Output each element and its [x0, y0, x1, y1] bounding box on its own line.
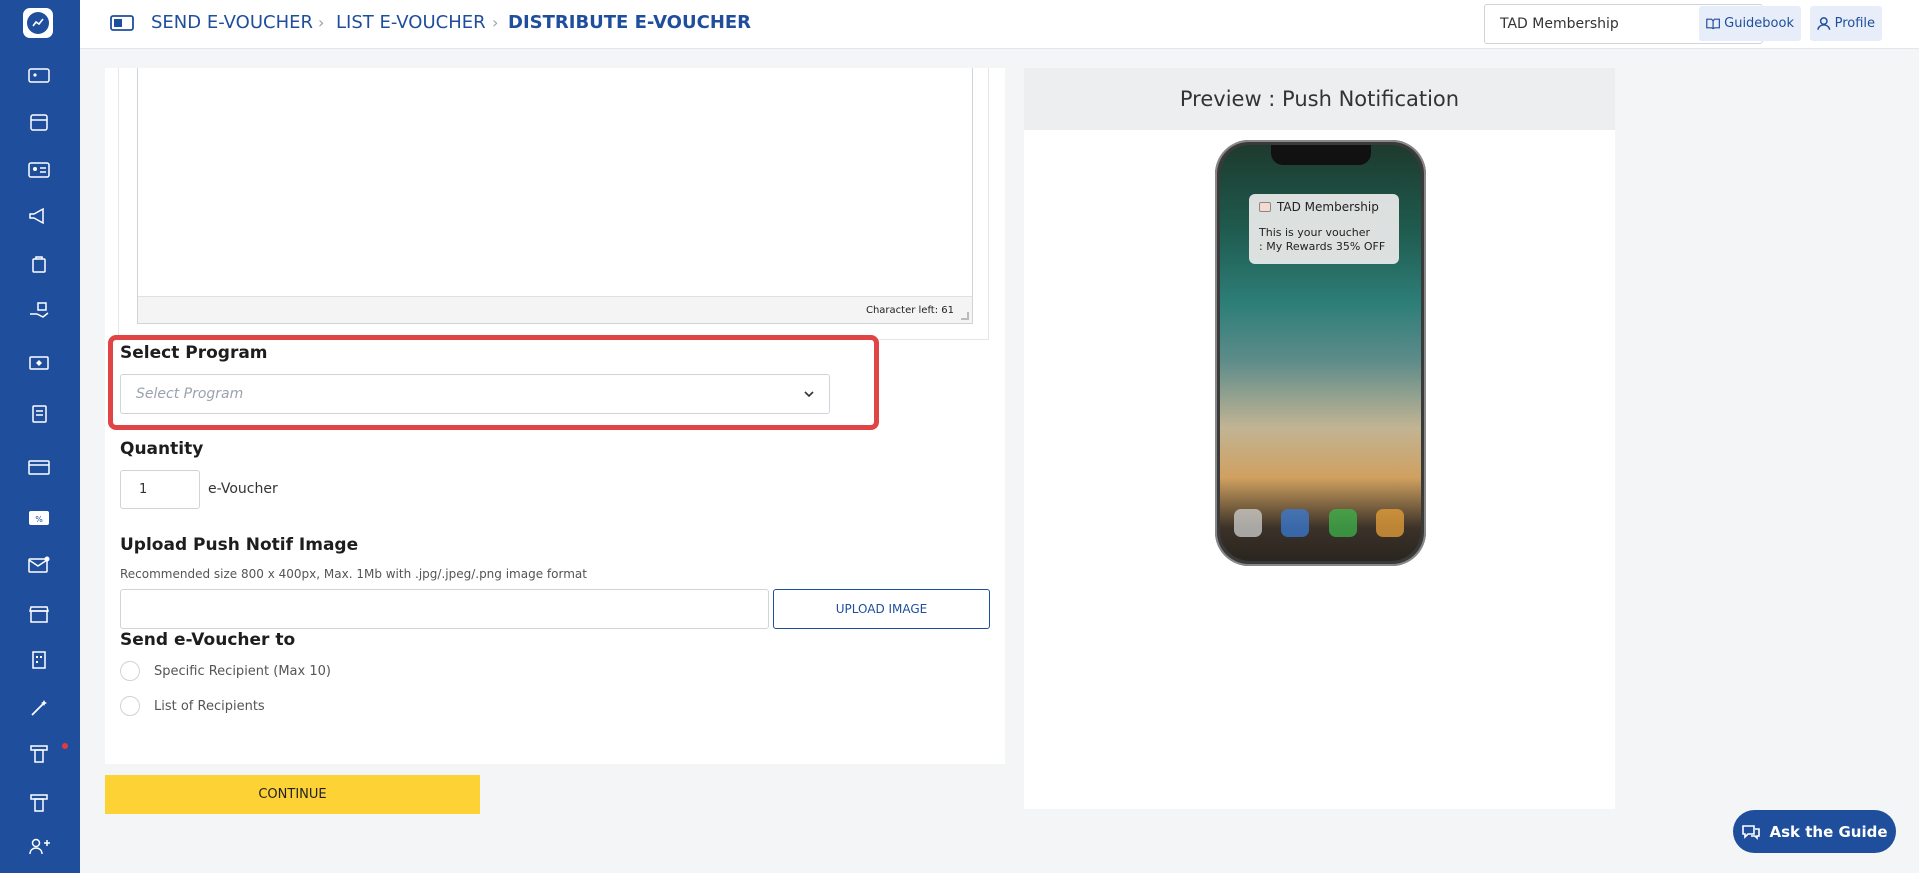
continue-button[interactable]: CONTINUE [105, 775, 480, 814]
chart-logo-icon [27, 12, 49, 34]
phone-mockup: TAD Membership This is your voucher : My… [1215, 140, 1426, 566]
top-bar: SEND E-VOUCHER › LIST E-VOUCHER › DISTRI… [80, 0, 1919, 49]
mail-icon[interactable] [24, 552, 54, 578]
document-icon[interactable] [24, 401, 54, 427]
svg-text:%: % [35, 515, 43, 524]
quantity-label: Quantity [120, 439, 204, 459]
safari-app-icon [1281, 509, 1310, 537]
radio-list-of-recipients[interactable]: List of Recipients [120, 696, 265, 716]
hand-gift-icon[interactable] [24, 297, 54, 323]
phone-dock [1234, 509, 1404, 543]
e-voucher-icon[interactable]: % [24, 505, 54, 531]
messages-app-icon [1328, 509, 1357, 537]
radio-list-of-recipients-label: List of Recipients [154, 698, 265, 714]
ticket-icon[interactable] [24, 350, 54, 376]
guidebook-label: Guidebook [1724, 16, 1794, 31]
tad-brand-alt-icon[interactable] [24, 790, 54, 816]
preview-title: Preview : Push Notification [1024, 68, 1615, 130]
upload-hint-text: Recommended size 800 x 400px, Max. 1Mb w… [120, 567, 587, 581]
image-file-input[interactable] [120, 589, 769, 629]
breadcrumb-list-e-voucher[interactable]: LIST E-VOUCHER [336, 12, 486, 33]
voucher-breadcrumb-icon [110, 15, 134, 31]
ask-the-guide-label: Ask the Guide [1769, 822, 1888, 841]
shopping-bag-icon[interactable] [24, 251, 54, 277]
guidebook-button[interactable]: Guidebook [1699, 6, 1801, 41]
calendar-icon[interactable] [24, 109, 54, 135]
notification-app-name: TAD Membership [1277, 200, 1379, 214]
select-program-dropdown[interactable]: Select Program [120, 374, 830, 414]
breadcrumb-send-e-voucher[interactable]: SEND E-VOUCHER [151, 12, 313, 33]
profile-button[interactable]: Profile [1810, 6, 1882, 41]
breadcrumb-distribute-e-voucher: DISTRIBUTE E-VOUCHER [508, 12, 752, 33]
megaphone-icon[interactable] [24, 203, 54, 229]
chevron-down-icon [804, 390, 814, 397]
building-icon[interactable] [24, 647, 54, 673]
editor-status-bar: Character left: 61 [138, 296, 972, 323]
chevron-right-icon: › [318, 13, 325, 32]
book-icon [1706, 18, 1720, 30]
quantity-input[interactable]: 1 [120, 470, 200, 509]
account-select-value: TAD Membership [1500, 16, 1619, 32]
credit-card-icon[interactable] [24, 454, 54, 480]
push-notification-preview: Preview : Push Notification TAD Membersh… [1024, 68, 1615, 809]
member-card-icon[interactable] [24, 157, 54, 183]
chat-bubble-icon [1742, 825, 1761, 840]
notification-card: TAD Membership This is your voucher : My… [1249, 194, 1399, 264]
notification-line-2: : My Rewards 35% OFF [1259, 240, 1386, 253]
character-left-counter: Character left: 61 [865, 304, 954, 316]
select-program-label: Select Program [120, 343, 268, 363]
upload-image-button[interactable]: UPLOAD IMAGE [773, 589, 990, 629]
radio-specific-recipient[interactable]: Specific Recipient (Max 10) [120, 661, 331, 681]
radio-button[interactable] [120, 661, 140, 681]
ask-the-guide-button[interactable]: Ask the Guide [1733, 810, 1896, 853]
add-user-icon[interactable] [24, 833, 54, 859]
magic-wand-icon[interactable] [24, 695, 54, 721]
voucher-icon[interactable] [24, 62, 54, 88]
send-e-voucher-to-label: Send e-Voucher to [120, 630, 296, 650]
chevron-right-icon: › [492, 13, 499, 32]
notification-dot [62, 743, 68, 749]
phone-screen: TAD Membership This is your voucher : My… [1220, 145, 1421, 561]
app-icon [1259, 202, 1271, 212]
photos-app-icon [1375, 509, 1404, 537]
resize-handle-icon[interactable] [961, 312, 969, 320]
calendar-app-icon [1234, 509, 1262, 537]
phone-notch [1270, 145, 1371, 165]
user-icon [1817, 17, 1831, 30]
tad-brand-icon[interactable] [24, 741, 54, 767]
sidebar: % [0, 0, 80, 873]
quantity-unit-label: e-Voucher [208, 481, 278, 497]
message-editor[interactable]: Character left: 61 [137, 68, 973, 324]
notification-line-1: This is your voucher [1259, 226, 1371, 239]
upload-push-notif-image-label: Upload Push Notif Image [120, 535, 359, 555]
radio-specific-recipient-label: Specific Recipient (Max 10) [154, 663, 331, 679]
profile-label: Profile [1834, 16, 1875, 31]
store-icon[interactable] [24, 601, 54, 627]
radio-button[interactable] [120, 696, 140, 716]
select-program-placeholder: Select Program [136, 386, 244, 402]
app-logo[interactable] [23, 8, 53, 38]
